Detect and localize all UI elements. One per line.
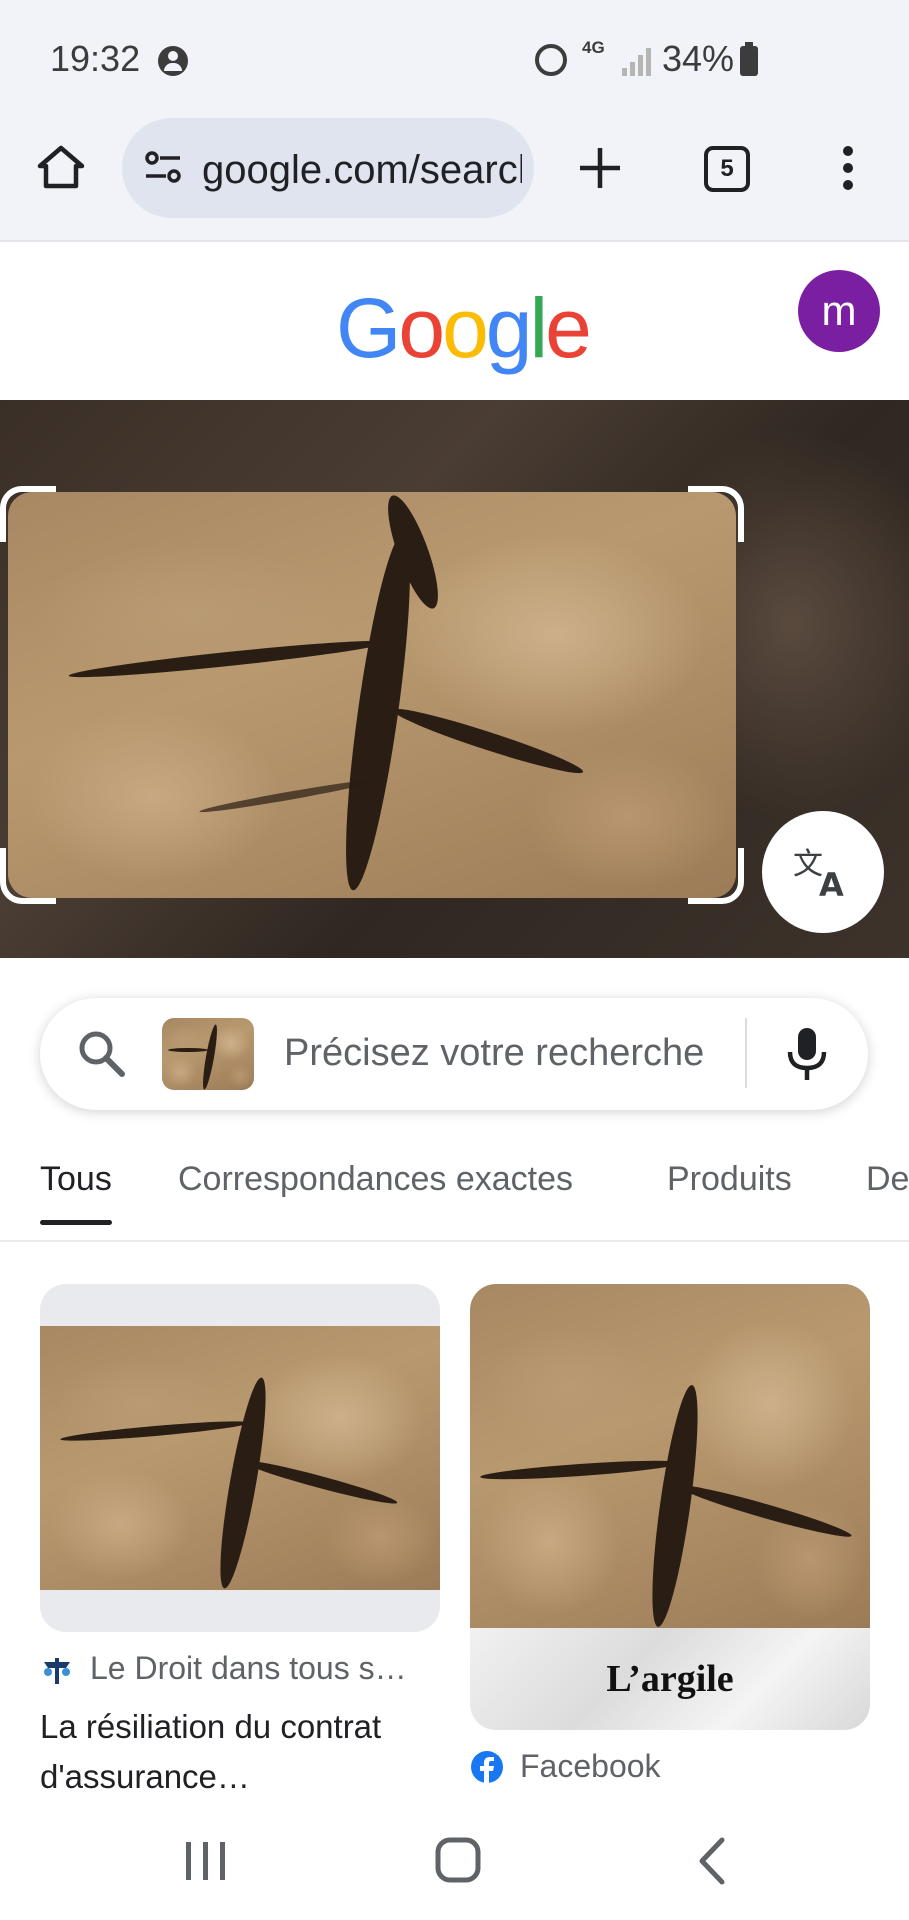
result-1-title[interactable]: La résiliation du contrat d'assurance… — [40, 1702, 440, 1802]
search-input[interactable]: Précisez votre recherche — [284, 1032, 704, 1075]
result-2-overlay-text: L’argile — [606, 1658, 734, 1700]
tab-correspondances-exactes[interactable]: Correspondances exactes — [178, 1160, 573, 1199]
site-favicon-icon — [44, 1658, 70, 1684]
home-icon — [37, 145, 85, 189]
browser-toolbar: google.com/search 5 — [0, 112, 909, 242]
crop-corner-br[interactable] — [688, 848, 744, 904]
battery-percent: 34% — [662, 38, 735, 79]
back-icon[interactable] — [696, 1836, 730, 1886]
network-type: 4G — [582, 38, 605, 57]
translate-icon: 文 A — [793, 847, 844, 900]
tab-switcher-button[interactable]: 5 — [704, 146, 750, 192]
svg-text:A: A — [819, 866, 844, 900]
more-vert-icon — [843, 146, 853, 190]
tab-tous[interactable]: Tous — [40, 1160, 112, 1225]
result-1-photo — [40, 1326, 440, 1591]
result-2-image[interactable]: L’argile — [470, 1284, 870, 1730]
tab-more[interactable]: De — [866, 1160, 909, 1199]
logo-letter: o — [398, 281, 445, 375]
site-settings-icon[interactable] — [144, 150, 184, 186]
selected-crop[interactable] — [8, 492, 736, 898]
system-nav-bar — [0, 1810, 909, 1920]
avatar[interactable]: m — [798, 270, 880, 352]
search-bar[interactable]: Précisez votre recherche — [40, 998, 868, 1110]
home-nav-icon[interactable] — [434, 1836, 484, 1886]
logo-letter: o — [442, 281, 489, 375]
lens-image-area[interactable]: 文 A — [0, 400, 909, 958]
recent-apps-icon[interactable] — [184, 1840, 228, 1882]
result-1-source[interactable]: Le Droit dans tous s… — [90, 1650, 407, 1687]
crop-corner-bl[interactable] — [0, 848, 56, 904]
microphone-icon[interactable] — [786, 1026, 828, 1082]
address-bar[interactable]: google.com/search — [122, 118, 534, 218]
query-image-thumbnail[interactable] — [162, 1018, 254, 1090]
logo-letter: g — [485, 281, 533, 375]
plus-icon — [580, 148, 620, 188]
logo-letter: l — [529, 281, 549, 375]
crop-corner-tl[interactable] — [0, 486, 56, 542]
result-2-photo — [470, 1284, 870, 1629]
google-header: Google m — [0, 244, 909, 400]
status-time: 19:32 — [50, 38, 141, 79]
facebook-icon — [471, 1751, 503, 1783]
result-2-source[interactable]: Facebook — [520, 1748, 661, 1785]
account-icon — [158, 46, 188, 76]
alarm-icon — [535, 44, 567, 76]
logo-letter: G — [336, 281, 401, 375]
logo-letter: e — [545, 281, 592, 375]
home-button[interactable] — [30, 136, 92, 198]
crop-corner-tr[interactable] — [688, 486, 744, 542]
divider — [745, 1018, 747, 1088]
search-icon — [79, 1031, 125, 1077]
translate-button[interactable]: 文 A — [762, 811, 884, 933]
menu-button[interactable] — [830, 140, 866, 196]
new-tab-button[interactable] — [572, 140, 628, 196]
tab-produits[interactable]: Produits — [667, 1160, 792, 1199]
url-text[interactable]: google.com/search — [202, 148, 522, 193]
status-bar: 19:32 4G 34% — [0, 0, 909, 112]
marble-banner: L’argile — [470, 1628, 870, 1730]
signal-icon — [622, 48, 652, 76]
result-1-image[interactable] — [40, 1284, 440, 1632]
battery-icon — [740, 42, 758, 76]
result-tabs: Tous Correspondances exactes Produits De — [0, 1150, 909, 1242]
google-logo[interactable]: Google — [336, 280, 592, 377]
